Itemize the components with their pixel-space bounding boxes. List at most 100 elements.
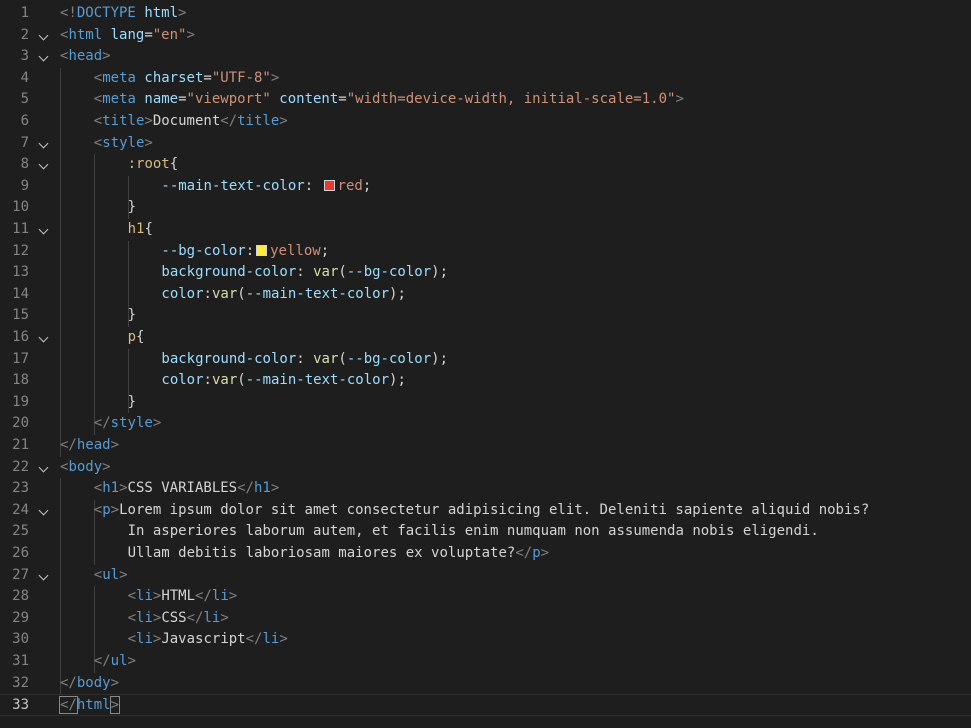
code-line[interactable]: 4 <meta charset="UTF-8"> xyxy=(0,68,971,90)
code-text: color:var(--main-text-color); xyxy=(161,284,405,306)
code-token: < xyxy=(127,588,137,605)
fold-chevron-icon[interactable] xyxy=(38,332,49,343)
code-token: --bg-color xyxy=(161,242,246,259)
fold-chevron-icon[interactable] xyxy=(38,462,49,473)
code-token: ); xyxy=(389,372,406,389)
color-swatch-icon[interactable] xyxy=(256,244,268,256)
code-line[interactable]: 3 <head> xyxy=(0,46,971,68)
code-token: ( xyxy=(338,264,347,281)
code-token: li xyxy=(136,609,153,626)
code-line[interactable]: 9 --main-text-color: red; xyxy=(0,176,971,198)
fold-chevron-icon[interactable] xyxy=(38,30,49,41)
code-text: } xyxy=(128,305,136,327)
code-token: li xyxy=(203,609,221,626)
line-number: 9 xyxy=(20,177,29,194)
code-token: var xyxy=(313,264,339,281)
code-token: } xyxy=(127,307,137,324)
code-token: head xyxy=(76,437,111,453)
code-line[interactable]: 18 color:var(--main-text-color); xyxy=(0,370,971,392)
code-token: ); xyxy=(431,350,448,367)
code-token: } xyxy=(127,199,137,216)
code-token: : xyxy=(304,177,322,194)
code-text: <!DOCTYPE html> xyxy=(60,3,186,25)
code-token: > xyxy=(144,113,153,129)
line-number: 19 xyxy=(12,393,29,410)
code-line[interactable]: 29 <li>CSS</li> xyxy=(0,608,971,630)
code-token: "width=device-width, initial-scale=1.0" xyxy=(346,91,676,108)
code-token: > xyxy=(186,26,195,43)
code-line[interactable]: 31 </ul> xyxy=(0,651,971,673)
code-token: ul xyxy=(102,566,120,583)
code-line[interactable]: 17 background-color: var(--bg-color); xyxy=(0,349,971,371)
line-number: 24 xyxy=(12,501,29,518)
code-line[interactable]: 30 <li>Javascript</li> xyxy=(0,629,971,651)
code-line[interactable]: 27 <ul> xyxy=(0,565,971,587)
code-line[interactable]: 10} xyxy=(0,197,971,219)
code-line[interactable]: 7 <style> xyxy=(0,133,971,155)
code-line[interactable]: 19} xyxy=(0,392,971,414)
code-line[interactable]: 6 <title>Document</title> xyxy=(0,111,971,133)
code-line[interactable]: 16 p{ xyxy=(0,327,971,349)
code-line[interactable]: 23 <h1>CSS VARIABLES</h1> xyxy=(0,478,971,500)
code-token: "en" xyxy=(152,26,187,43)
code-text: color:var(--main-text-color); xyxy=(161,370,405,392)
code-line[interactable]: 15} xyxy=(0,305,971,327)
code-token: : xyxy=(245,242,255,259)
line-number: 17 xyxy=(12,350,29,367)
code-token: --main-text-color xyxy=(161,177,305,194)
code-token: > xyxy=(119,566,128,583)
code-token: h1 xyxy=(102,480,120,497)
code-line[interactable]: 5 <meta name="viewport" content="width=de… xyxy=(0,89,971,111)
code-line[interactable]: 2 <html lang="en"> xyxy=(0,25,971,47)
code-token: > xyxy=(109,696,121,715)
code-text: <style> xyxy=(94,133,153,155)
code-line[interactable]: 22 <body> xyxy=(0,457,971,479)
code-token: --main-text-color xyxy=(245,372,390,389)
code-token: </ xyxy=(237,480,254,497)
code-line[interactable]: 14 color:var(--main-text-color); xyxy=(0,284,971,306)
fold-chevron-icon[interactable] xyxy=(38,159,49,170)
code-line[interactable]: 24 <p>Lorem ipsum dolor sit amet consecte… xyxy=(0,500,971,522)
code-token: title xyxy=(102,113,145,129)
code-token: li xyxy=(136,631,153,648)
code-token: < xyxy=(127,609,137,626)
code-line[interactable]: 12 --bg-color: yellow; xyxy=(0,241,971,263)
code-line[interactable]: 21 </head> xyxy=(0,435,971,457)
code-token: : xyxy=(296,264,314,281)
fold-chevron-icon[interactable] xyxy=(38,51,49,62)
code-token: meta xyxy=(102,69,136,86)
line-number: 1 xyxy=(20,5,29,21)
code-text: <meta charset="UTF-8"> xyxy=(94,68,280,90)
code-token: </ xyxy=(186,609,204,626)
code-line[interactable]: 8:root{ xyxy=(0,154,971,176)
fold-chevron-icon[interactable] xyxy=(38,224,49,235)
line-number: 32 xyxy=(12,674,29,691)
fold-chevron-icon[interactable] xyxy=(38,570,49,581)
fold-chevron-icon[interactable] xyxy=(38,505,49,516)
code-editor[interactable]: 1 <!DOCTYPE html> 2 <html lang="en"> 3 <head>… xyxy=(0,0,971,728)
code-token: </ xyxy=(60,437,77,453)
code-token: Lorem ipsum dolor sit amet consectetur a… xyxy=(119,501,870,518)
code-token: body xyxy=(68,458,103,475)
code-line[interactable]: 20 </style> xyxy=(0,413,971,435)
code-line[interactable]: 1 <!DOCTYPE html> xyxy=(0,3,971,25)
code-text: </style> xyxy=(94,413,161,435)
line-number: 26 xyxy=(12,545,29,561)
fold-chevron-icon[interactable] xyxy=(38,138,49,149)
code-text: Ullam debitis laboriosam maiores ex volu… xyxy=(128,543,549,565)
code-token: ( xyxy=(338,350,347,367)
code-line[interactable]: 25 In asperiores laborum autem, et facili… xyxy=(0,521,971,543)
code-line[interactable]: 26 Ullam debitis laboriosam maiores ex vo… xyxy=(0,543,971,565)
code-line[interactable]: 28 <li>HTML</li> xyxy=(0,586,971,608)
code-text: } xyxy=(128,197,136,219)
code-line[interactable]: 32 </body> xyxy=(0,673,971,695)
code-token: = xyxy=(178,91,187,108)
code-line[interactable]: 11 h1{ xyxy=(0,219,971,241)
line-number: 30 xyxy=(12,631,29,648)
code-line[interactable]: 13 background-color: var(--bg-color); xyxy=(0,262,971,284)
code-line[interactable]: 33 </html> xyxy=(0,694,971,716)
code-token: li xyxy=(211,588,229,605)
line-number: 13 xyxy=(12,264,29,281)
code-text: <title>Document</title> xyxy=(94,111,288,133)
color-swatch-icon[interactable] xyxy=(323,179,335,191)
